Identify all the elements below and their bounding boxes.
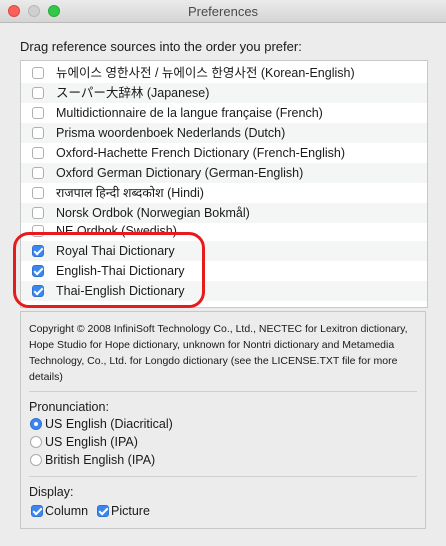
source-label: राजपाल हिन्दी शब्दकोश (Hindi) [56,186,204,200]
divider [29,476,417,477]
source-checkbox[interactable] [32,225,44,237]
source-checkbox[interactable] [32,127,44,139]
source-checkbox[interactable] [32,87,44,99]
source-label: 뉴에이스 영한사전 / 뉴에이스 한영사전 (Korean-English) [56,66,355,80]
source-checkbox[interactable] [32,207,44,219]
source-checkbox[interactable] [32,265,44,277]
source-label: Thai-English Dictionary [56,284,185,298]
source-row[interactable]: Norsk Ordbok (Norwegian Bokmål) [21,203,427,223]
source-checkbox[interactable] [32,285,44,297]
options-panel: Copyright © 2008 InfiniSoft Technology C… [20,311,426,529]
reference-source-list[interactable]: 뉴에이스 영한사전 / 뉴에이스 한영사전 (Korean-English) ス… [20,60,428,308]
source-row[interactable]: Royal Thai Dictionary [21,241,427,261]
source-row[interactable]: Thai-English Dictionary [21,281,427,301]
source-label: NE Ordbok (Swedish) [56,224,177,238]
radio-label: British English (IPA) [45,453,156,467]
pronunciation-label: Pronunciation: [29,400,109,414]
source-row[interactable]: राजपाल हिन्दी शब्दकोश (Hindi) [21,183,427,203]
instruction-label: Drag reference sources into the order yo… [20,39,302,54]
source-label: Multidictionnaire de la langue française… [56,106,323,120]
source-row[interactable]: NE Ordbok (Swedish) [21,221,427,241]
column-label: Column [45,504,89,518]
source-label: Oxford German Dictionary (German-English… [56,166,304,180]
source-row[interactable]: Oxford-Hachette French Dictionary (Frenc… [21,143,427,163]
radio-button[interactable] [30,454,42,466]
window-title: Preferences [187,4,259,19]
radio-button[interactable] [30,436,42,448]
source-label: Oxford-Hachette French Dictionary (Frenc… [56,146,345,160]
column-checkbox[interactable] [31,505,43,517]
picture-label: Picture [111,504,150,518]
source-row[interactable]: Prisma woordenboek Nederlands (Dutch) [21,123,427,143]
source-row[interactable]: Oxford German Dictionary (German-English… [21,163,427,183]
source-label: Norsk Ordbok (Norwegian Bokmål) [56,206,250,220]
display-label: Display: [29,485,74,499]
divider [29,391,417,392]
source-checkbox[interactable] [32,147,44,159]
title-bar: Preferences [0,0,446,23]
source-checkbox[interactable] [32,107,44,119]
source-row[interactable]: English-Thai Dictionary [21,261,427,281]
copyright-notice: Copyright © 2008 InfiniSoft Technology C… [29,323,408,383]
source-checkbox[interactable] [32,67,44,79]
source-row[interactable]: Multidictionnaire de la langue française… [21,103,427,123]
source-row[interactable]: 뉴에이스 영한사전 / 뉴에이스 한영사전 (Korean-English) [21,63,427,83]
radio-label: US English (IPA) [45,435,138,449]
source-row[interactable]: スーパー大辞林 (Japanese) [21,83,427,103]
radio-label: US English (Diacritical) [45,417,173,431]
source-label: English-Thai Dictionary [56,264,185,278]
source-checkbox[interactable] [32,167,44,179]
radio-button[interactable] [30,418,42,430]
source-label: スーパー大辞林 (Japanese) [56,86,210,100]
source-checkbox[interactable] [32,187,44,199]
source-checkbox[interactable] [32,245,44,257]
picture-checkbox[interactable] [97,505,109,517]
source-label: Royal Thai Dictionary [56,244,175,258]
source-label: Prisma woordenboek Nederlands (Dutch) [56,126,286,140]
